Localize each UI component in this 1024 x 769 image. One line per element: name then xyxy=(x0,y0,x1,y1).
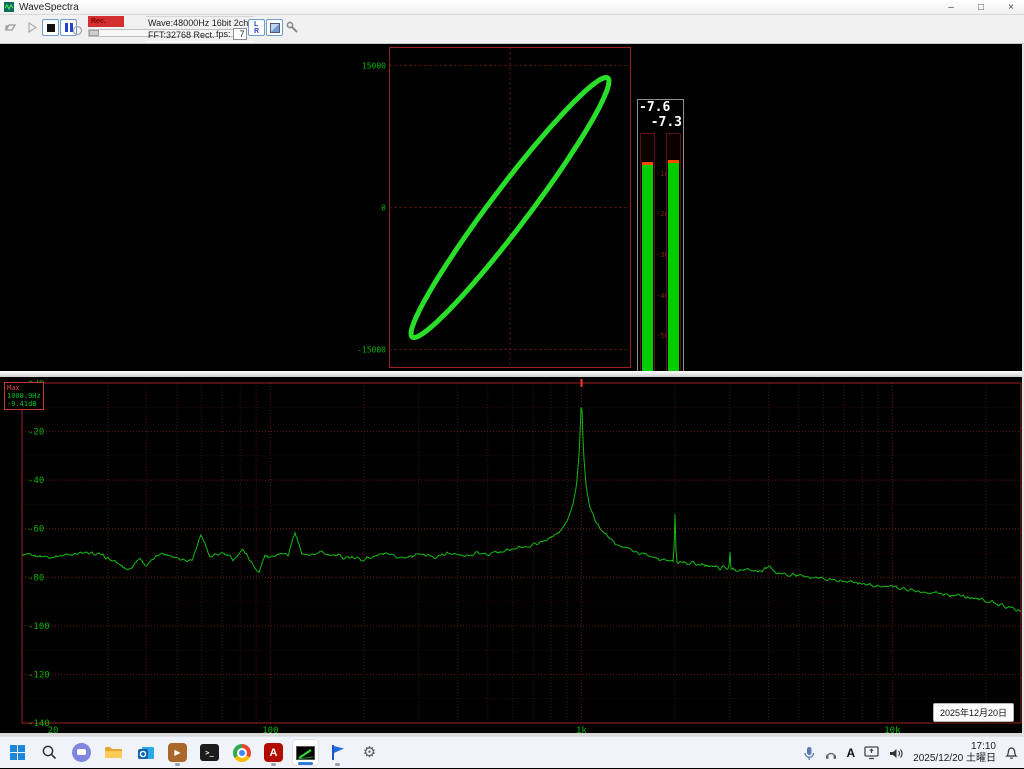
flag-icon xyxy=(330,744,346,761)
meter-fill-left xyxy=(642,165,653,376)
microphone-icon[interactable] xyxy=(803,746,815,761)
scope-panel: 150000-15000 -7.6 -7.3 -10-20-30-40-50 L xyxy=(0,44,1024,371)
settings-button[interactable] xyxy=(284,19,301,36)
play-icon xyxy=(27,22,38,33)
taskbar-terminal[interactable]: >_ xyxy=(196,739,223,766)
svg-text:-140: -140 xyxy=(28,719,50,729)
meter-value-left: -7.6 xyxy=(639,100,670,115)
taskbar: ▶ >_ A ⚙ xyxy=(0,736,1024,768)
wrench-icon xyxy=(286,21,299,34)
taskbar-search-button[interactable] xyxy=(36,739,63,766)
meter-scale: -10-20-30-40-50 xyxy=(656,133,665,377)
ime-indicator[interactable]: A xyxy=(847,746,856,760)
start-button[interactable] xyxy=(4,739,31,766)
svg-text:20: 20 xyxy=(48,726,59,733)
titlebar[interactable]: WaveSpectra – □ × xyxy=(0,0,1024,15)
split-view-icon xyxy=(270,23,280,33)
record-icon xyxy=(72,25,83,36)
speaker-icon[interactable] xyxy=(889,747,904,760)
max-label: Max xyxy=(7,384,41,392)
stop-icon xyxy=(47,24,55,32)
rec-indicator: Rec. xyxy=(88,16,124,27)
taskbar-outlook[interactable] xyxy=(132,739,159,766)
stop-button[interactable] xyxy=(42,19,59,36)
media-player-icon: ▶ xyxy=(168,743,187,762)
display-tray-icon[interactable] xyxy=(864,746,880,760)
meter-fill-right xyxy=(668,163,679,376)
lissajous-plot[interactable]: 15000 0 -15000 xyxy=(0,44,1024,371)
taskbar-chrome[interactable] xyxy=(228,739,255,766)
wavespectra-icon xyxy=(296,746,315,760)
spectrum-plot[interactable]: 0dB-20-40-60-80-100-120-140201001k10k xyxy=(0,377,1024,733)
acrobat-icon: A xyxy=(264,743,283,762)
level-meter: -7.6 -7.3 -10-20-30-40-50 L R xyxy=(637,99,684,388)
date-tooltip: 2025年12月20日 xyxy=(933,703,1014,722)
taskbar-file-explorer[interactable] xyxy=(100,739,127,766)
svg-text:15000: 15000 xyxy=(362,62,386,71)
taskbar-clock[interactable]: 17:10 2025/12/20 土曜日 xyxy=(913,741,996,765)
fps-value-field[interactable]: 7 xyxy=(233,28,247,40)
folder-icon xyxy=(104,745,123,760)
svg-text:-20: -20 xyxy=(28,428,44,438)
clock-time: 17:10 xyxy=(913,741,996,753)
taskbar-chat[interactable] xyxy=(68,739,95,766)
taskbar-media-player[interactable]: ▶ xyxy=(164,739,191,766)
app-logo-icon xyxy=(4,2,14,12)
meter-value-right: -7.3 xyxy=(651,115,682,130)
svg-text:1k: 1k xyxy=(576,726,587,733)
taskbar-settings[interactable]: ⚙ xyxy=(356,739,383,766)
svg-text:10k: 10k xyxy=(884,726,901,733)
svg-text:-40: -40 xyxy=(28,476,44,486)
svg-text:-80: -80 xyxy=(28,573,44,583)
outlook-icon xyxy=(137,744,155,762)
max-readout: Max 1000.9Hz -9.41dB xyxy=(4,382,44,410)
lr-toggle-icon: LR xyxy=(254,21,259,35)
spectrum-panel: 0dB-20-40-60-80-100-120-140201001k10k Ma… xyxy=(0,377,1024,733)
wavespectra-window: WaveSpectra – □ × Rec. Wave:48000Hz 16bi… xyxy=(0,0,1024,768)
svg-text:-100: -100 xyxy=(28,622,50,632)
svg-text:-15000: -15000 xyxy=(357,346,386,355)
taskbar-acrobat[interactable]: A xyxy=(260,739,287,766)
lr-display-toggle[interactable]: LR xyxy=(248,19,265,36)
taskbar-movies[interactable] xyxy=(324,739,351,766)
record-button[interactable] xyxy=(69,22,86,39)
position-slider-thumb[interactable] xyxy=(89,30,99,36)
meter-bar-right xyxy=(666,133,681,377)
chat-icon xyxy=(72,743,91,762)
open-device-icon xyxy=(4,21,17,34)
svg-text:100: 100 xyxy=(262,726,278,733)
max-frequency: 1000.9Hz xyxy=(7,392,41,400)
headset-icon[interactable] xyxy=(824,747,838,760)
windows-logo-icon xyxy=(10,745,25,760)
svg-text:-60: -60 xyxy=(28,525,44,535)
chrome-icon xyxy=(233,744,251,762)
close-button[interactable]: × xyxy=(1004,2,1018,13)
search-icon xyxy=(41,744,58,761)
split-view-toggle[interactable] xyxy=(266,19,283,36)
fps-label: fps: xyxy=(216,29,231,39)
open-device-button[interactable] xyxy=(2,19,19,36)
window-title: WaveSpectra xyxy=(19,2,79,13)
play-button[interactable] xyxy=(24,19,41,36)
svg-text:0: 0 xyxy=(381,204,386,213)
clock-date: 2025/12/20 土曜日 xyxy=(913,753,996,765)
terminal-icon: >_ xyxy=(200,744,219,761)
svg-text:-120: -120 xyxy=(28,670,50,680)
meter-bar-left xyxy=(640,133,655,377)
minimize-button[interactable]: – xyxy=(944,2,958,13)
toolbar: Rec. Wave:48000Hz 16bit 2ch FFT:32768 Re… xyxy=(0,15,1024,44)
gear-icon: ⚙ xyxy=(363,745,376,760)
taskbar-wavespectra[interactable] xyxy=(292,739,319,766)
max-level: -9.41dB xyxy=(7,400,41,408)
notification-bell-icon[interactable] xyxy=(1005,746,1018,760)
maximize-button[interactable]: □ xyxy=(974,2,988,13)
